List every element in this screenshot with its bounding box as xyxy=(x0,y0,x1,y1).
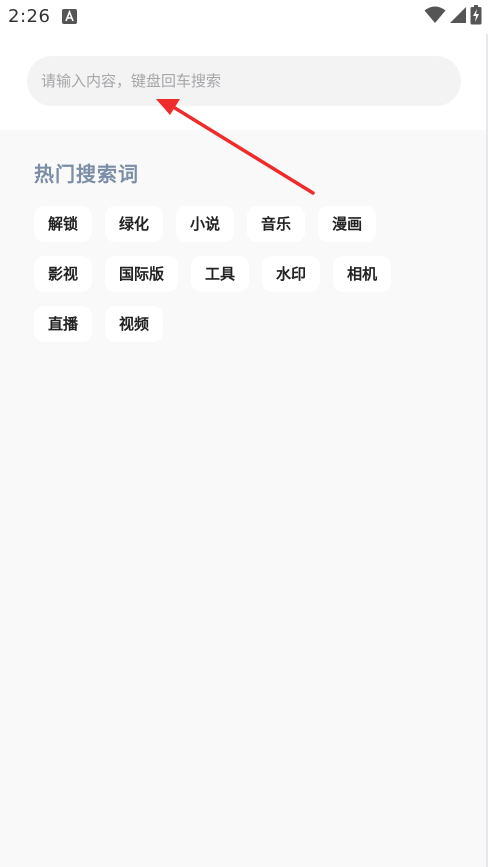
hot-tag[interactable]: 工具 xyxy=(191,256,250,292)
hot-tag[interactable]: 视频 xyxy=(105,306,164,342)
tag-row: 影视 国际版 工具 水印 相机 xyxy=(34,256,454,292)
autofill-a-icon xyxy=(62,9,77,24)
hot-search-section: 热门搜索词 解锁 绿化 小说 音乐 漫画 影视 国际版 工具 水印 相机 直播 … xyxy=(0,130,488,867)
tag-row: 解锁 绿化 小说 音乐 漫画 xyxy=(34,206,454,242)
status-bar: 2:26 xyxy=(0,0,488,34)
hot-tag[interactable]: 直播 xyxy=(34,306,93,342)
status-time: 2:26 xyxy=(8,6,51,27)
hot-tag[interactable]: 水印 xyxy=(262,256,321,292)
hot-search-title: 热门搜索词 xyxy=(34,162,139,186)
status-icons xyxy=(424,5,482,29)
hot-tag[interactable]: 国际版 xyxy=(105,256,179,292)
wifi-icon xyxy=(424,6,446,28)
hot-tag-list: 解锁 绿化 小说 音乐 漫画 影视 国际版 工具 水印 相机 直播 视频 xyxy=(34,206,454,356)
hot-tag[interactable]: 漫画 xyxy=(318,206,377,242)
hot-tag[interactable]: 解锁 xyxy=(34,206,93,242)
hot-tag[interactable]: 小说 xyxy=(176,206,235,242)
hot-tag[interactable]: 相机 xyxy=(333,256,392,292)
cell-signal-icon xyxy=(449,6,467,28)
hot-tag[interactable]: 绿化 xyxy=(105,206,164,242)
hot-tag[interactable]: 影视 xyxy=(34,256,93,292)
battery-charging-icon xyxy=(470,5,482,29)
search-area xyxy=(0,34,488,130)
search-input[interactable] xyxy=(41,56,441,106)
search-box[interactable] xyxy=(27,56,461,106)
hot-tag[interactable]: 音乐 xyxy=(247,206,306,242)
tag-row: 直播 视频 xyxy=(34,306,454,342)
